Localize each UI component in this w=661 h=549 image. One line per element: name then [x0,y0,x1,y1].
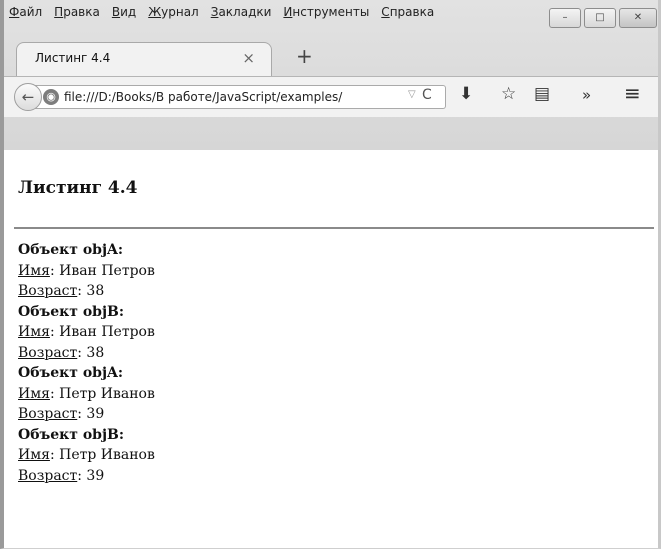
tab-listing[interactable]: Листинг 4.4 × [16,42,272,76]
name-value: Иван Петров [59,324,155,340]
menu-tools[interactable]: Инструменты [278,2,376,24]
back-button[interactable]: ← [14,83,42,111]
menu-history-accel: Ж [148,5,162,19]
horizontal-rule [14,227,654,229]
maximize-button[interactable]: □ [584,8,616,28]
menu-bookmarks[interactable]: Закладки [206,2,279,24]
download-icon[interactable]: ⬇ [459,84,473,104]
name-line: Имя: Иван Петров [18,324,155,340]
name-value: Петр Иванов [59,385,155,402]
age-line: Возраст: 39 [18,406,105,422]
hamburger-menu-icon[interactable]: ≡ [624,81,641,105]
url-bar[interactable]: ◉ file:///D:/Books/В работе/JavaScript/e… [34,85,446,109]
tab-title: Листинг 4.4 [35,51,111,65]
name-label: Имя [18,262,50,279]
menu-file-accel: Ф [9,5,20,19]
object-header: Объект objA: [18,365,124,381]
reload-icon[interactable]: C [422,87,432,103]
menu-bookmarks-label: акладки [218,5,272,19]
navigation-bar: ◉ file:///D:/Books/В работе/JavaScript/e… [4,76,658,117]
name-label: Имя [18,324,50,340]
menu-file-label: айл [19,5,43,19]
name-line: Имя: Иван Петров [18,262,155,279]
name-label: Имя [18,447,50,463]
menu-history-label: урнал [161,5,199,19]
age-line: Возраст: 38 [18,344,105,361]
age-value: 38 [86,344,105,361]
age-line: Возраст: 38 [18,283,105,299]
menu-view-accel: В [111,5,121,19]
object-header: Объект objA: [18,242,124,258]
page-content: Листинг 4.4 Объект objA: Имя: Иван Петро… [4,150,658,548]
bookmark-star-icon[interactable]: ☆ [501,84,516,104]
menu-edit[interactable]: Правка [49,2,107,24]
reader-view-icon[interactable]: ▤ [534,84,550,104]
menu-file[interactable]: Файл [4,2,49,24]
menu-help-accel: С [381,5,390,19]
menu-bar: Файл Правка Вид Журнал Закладки Инструме… [4,2,441,24]
menu-view-label: ид [120,5,137,19]
object-output: Объект objA: Имя: Иван Петров Возраст: 3… [18,240,155,486]
menu-help[interactable]: Справка [376,2,441,24]
age-label: Возраст [18,406,78,422]
globe-icon: ◉ [43,89,59,105]
age-value: 39 [86,467,105,484]
name-line: Имя: Петр Иванов [18,447,155,463]
minimize-button[interactable]: – [549,8,581,28]
menu-tools-label: нструменты [292,5,370,19]
close-window-button[interactable]: ✕ [619,8,657,28]
object-block: Объект objB: Имя: Иван Петров Возраст: 3… [18,302,155,364]
object-header: Объект objB: [18,426,125,443]
menu-help-label: правка [389,5,435,19]
age-label: Возраст [18,283,78,299]
object-block: Объект objA: Имя: Петр Иванов Возраст: 3… [18,363,155,425]
object-block: Объект objA: Имя: Иван Петров Возраст: 3… [18,240,155,302]
url-text: file:///D:/Books/В работе/JavaScript/exa… [64,90,343,104]
name-value: Иван Петров [59,262,155,279]
name-label: Имя [18,385,50,402]
tab-close-icon[interactable]: × [242,49,255,67]
object-block: Объект objB: Имя: Петр Иванов Возраст: 3… [18,425,155,487]
name-line: Имя: Петр Иванов [18,385,155,402]
age-line: Возраст: 39 [18,467,105,484]
object-header: Объект objB: [18,303,125,320]
new-tab-button[interactable]: + [296,46,313,66]
age-label: Возраст [18,467,78,484]
menu-history[interactable]: Журнал [143,2,206,24]
window-controls: – □ ✕ [549,8,657,28]
history-dropdown-icon[interactable]: ▽ [408,89,416,100]
age-label: Возраст [18,344,78,361]
page-heading: Листинг 4.4 [18,178,138,198]
menu-view[interactable]: Вид [107,2,143,24]
age-value: 39 [86,406,105,422]
tab-strip: Листинг 4.4 × + [4,40,654,76]
age-value: 38 [86,283,105,299]
overflow-menu-icon[interactable]: » [582,86,591,104]
menu-edit-label: равка [63,5,100,19]
name-value: Петр Иванов [59,447,155,463]
menu-edit-accel: П [54,5,64,19]
